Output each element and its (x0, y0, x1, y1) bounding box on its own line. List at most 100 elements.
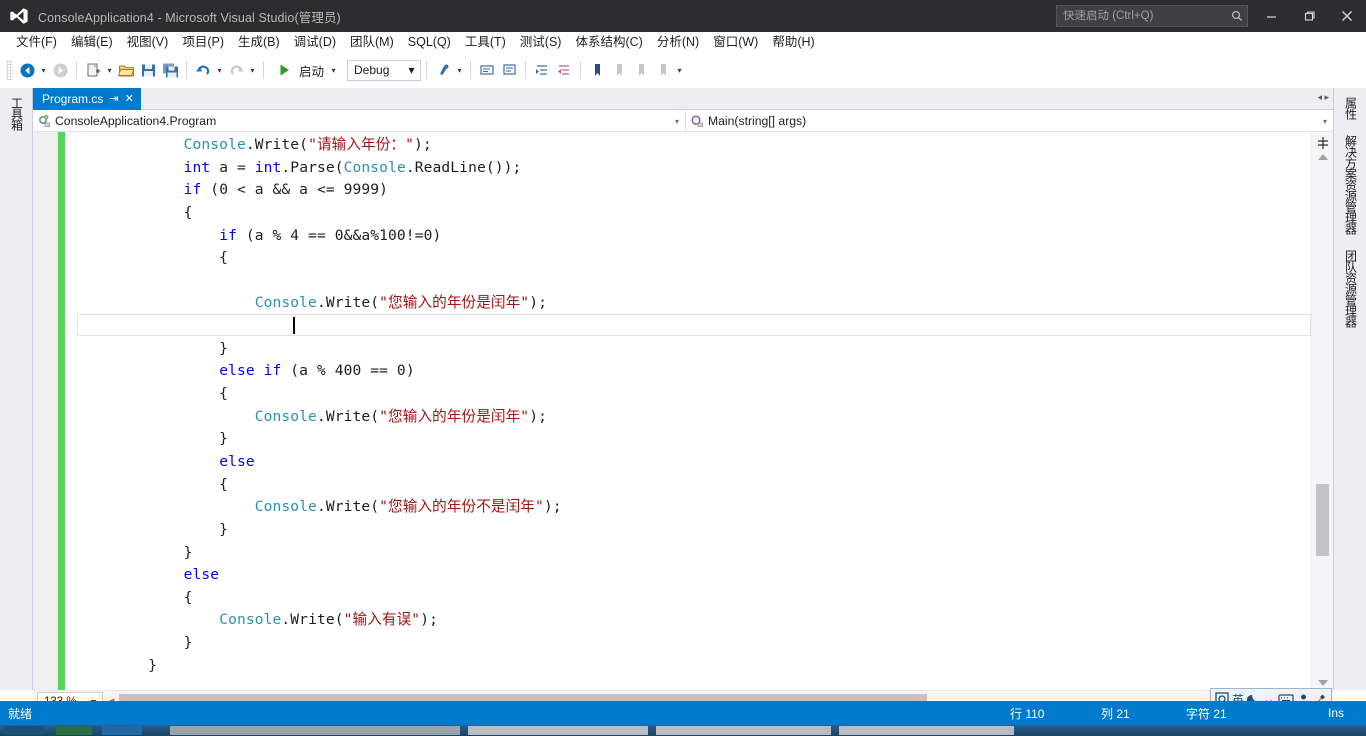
bookmark-icon[interactable] (586, 58, 608, 82)
code-token: } (77, 543, 193, 561)
type-dropdown[interactable]: ConsoleApplication4.Program ▾ (33, 111, 685, 132)
start-dropdown-icon[interactable]: ▾ (328, 58, 339, 82)
code-text[interactable]: Console.Write("请输入年份："); int a = int.Par… (77, 132, 1311, 690)
next-bookmark-icon[interactable] (630, 58, 652, 82)
menu-item-analyze[interactable]: 分析(N) (650, 33, 706, 51)
menu-item-debug[interactable]: 调试(D) (287, 33, 343, 51)
chevron-down-icon[interactable]: ▾ (1323, 117, 1327, 126)
windows-taskbar[interactable] (0, 725, 1366, 736)
navigate-back-icon[interactable] (16, 58, 38, 82)
open-file-icon[interactable] (115, 58, 137, 82)
scroll-up-arrow-icon[interactable] (1318, 154, 1328, 160)
navigate-forward-icon[interactable] (49, 58, 71, 82)
taskbar-item[interactable] (839, 726, 1014, 735)
solution-configuration-combo[interactable]: Debug ▾ (347, 59, 422, 81)
tab-scroll-arrows[interactable]: ◂ ▸ (1317, 92, 1329, 103)
navigate-back-dropdown-icon[interactable]: ▾ (38, 58, 49, 82)
status-ready-label: 就绪 (8, 706, 33, 721)
maximize-button[interactable] (1290, 0, 1328, 32)
menu-item-window[interactable]: 窗口(W) (706, 33, 765, 51)
code-token: Console (219, 611, 282, 629)
pin-icon[interactable]: ⇥ (109, 93, 118, 105)
taskbar-item[interactable] (170, 726, 460, 735)
code-token: else (219, 362, 255, 380)
decrease-indent-icon[interactable] (553, 58, 575, 82)
menu-item-architecture[interactable]: 体系结构(C) (568, 33, 649, 51)
member-dropdown[interactable]: Main(string[] args) ▾ (685, 110, 1333, 132)
status-character-number: 字符 21 (1186, 706, 1227, 721)
scroll-down-arrow-icon[interactable] (1318, 680, 1328, 686)
quick-launch-input[interactable] (1057, 10, 1227, 22)
code-line: { (77, 383, 1311, 406)
redo-dropdown-icon[interactable]: ▾ (247, 58, 258, 82)
sidebar-item-toolbox[interactable]: 工具箱 (1, 90, 32, 137)
minimize-button[interactable] (1252, 0, 1290, 32)
attach-dropdown-icon[interactable]: ▾ (454, 58, 465, 82)
start-play-icon[interactable] (273, 58, 295, 82)
close-icon[interactable]: ✕ (125, 93, 134, 105)
close-button[interactable] (1328, 0, 1366, 32)
code-line: { (77, 202, 1311, 225)
code-token: } (77, 339, 229, 357)
taskbar-item[interactable] (468, 726, 648, 735)
code-token: Console (183, 136, 246, 153)
code-line: } (77, 338, 1311, 361)
type-dropdown-value: ConsoleApplication4.Program (55, 114, 217, 128)
menu-item-view[interactable]: 视图(V) (120, 33, 176, 51)
code-line: if (0 < a && a <= 9999) (77, 179, 1311, 202)
uncomment-selection-icon[interactable] (498, 58, 520, 82)
menu-item-tools[interactable]: 工具(T) (458, 33, 513, 51)
taskbar-item[interactable] (56, 726, 92, 735)
new-project-dropdown-icon[interactable]: ▾ (104, 58, 115, 82)
menu-item-sql[interactable]: SQL(Q) (401, 33, 458, 51)
menu-item-help[interactable]: 帮助(H) (765, 33, 821, 51)
menu-item-file[interactable]: 文件(F) (9, 33, 64, 51)
new-project-icon[interactable] (82, 58, 104, 82)
sidebar-item-solution-explorer[interactable]: 解决方案资源管理器 (1335, 128, 1366, 241)
code-line: { (77, 474, 1311, 497)
tab-program-cs[interactable]: Program.cs ⇥ ✕ (33, 88, 141, 110)
previous-bookmark-icon[interactable] (608, 58, 630, 82)
toolbar-separator (76, 61, 77, 79)
toolbar-overflow-icon[interactable]: ▾ (674, 58, 685, 82)
attach-to-process-icon[interactable] (432, 58, 454, 82)
code-line: else if (a % 400 == 0) (77, 360, 1311, 383)
editor-indicator-margin[interactable] (33, 132, 58, 690)
taskbar-item[interactable] (102, 726, 142, 735)
quick-launch-box[interactable] (1056, 5, 1248, 27)
code-line: Console.Write("您输入的年份不是闰年"); (77, 496, 1311, 519)
scrollbar-annotation-icon[interactable] (1315, 135, 1331, 151)
menu-item-edit[interactable]: 编辑(E) (64, 33, 120, 51)
menu-item-test[interactable]: 测试(S) (513, 33, 569, 51)
save-all-icon[interactable] (159, 58, 181, 82)
start-debug-button[interactable]: 启动 ▾ (269, 58, 341, 82)
redo-icon[interactable] (225, 58, 247, 82)
chevron-down-icon[interactable]: ▾ (675, 117, 679, 126)
undo-dropdown-icon[interactable]: ▾ (214, 58, 225, 82)
chevron-down-icon[interactable]: ▾ (406, 63, 417, 77)
menu-item-team[interactable]: 团队(M) (343, 33, 401, 51)
code-token: a = (210, 158, 255, 176)
search-icon[interactable] (1227, 10, 1247, 22)
menu-item-project[interactable]: 项目(P) (175, 33, 231, 51)
sidebar-item-properties[interactable]: 属性 (1335, 90, 1366, 126)
clear-bookmarks-icon[interactable] (652, 58, 674, 82)
code-editor[interactable]: Console.Write("请输入年份："); int a = int.Par… (33, 132, 1333, 690)
undo-icon[interactable] (192, 58, 214, 82)
editor-vertical-scrollbar[interactable] (1311, 132, 1333, 690)
taskbar-item[interactable] (656, 726, 831, 735)
increase-indent-icon[interactable] (531, 58, 553, 82)
status-column-number: 列 21 (1101, 706, 1130, 721)
code-token: int (183, 158, 211, 176)
menu-item-build[interactable]: 生成(B) (231, 33, 287, 51)
taskbar-item[interactable] (4, 726, 44, 735)
scrollbar-thumb[interactable] (1316, 484, 1329, 556)
sidebar-item-team-explorer[interactable]: 团队资源管理器 (1335, 243, 1366, 334)
comment-selection-icon[interactable] (476, 58, 498, 82)
save-icon[interactable] (137, 58, 159, 82)
toolbar-grip[interactable] (6, 60, 13, 80)
